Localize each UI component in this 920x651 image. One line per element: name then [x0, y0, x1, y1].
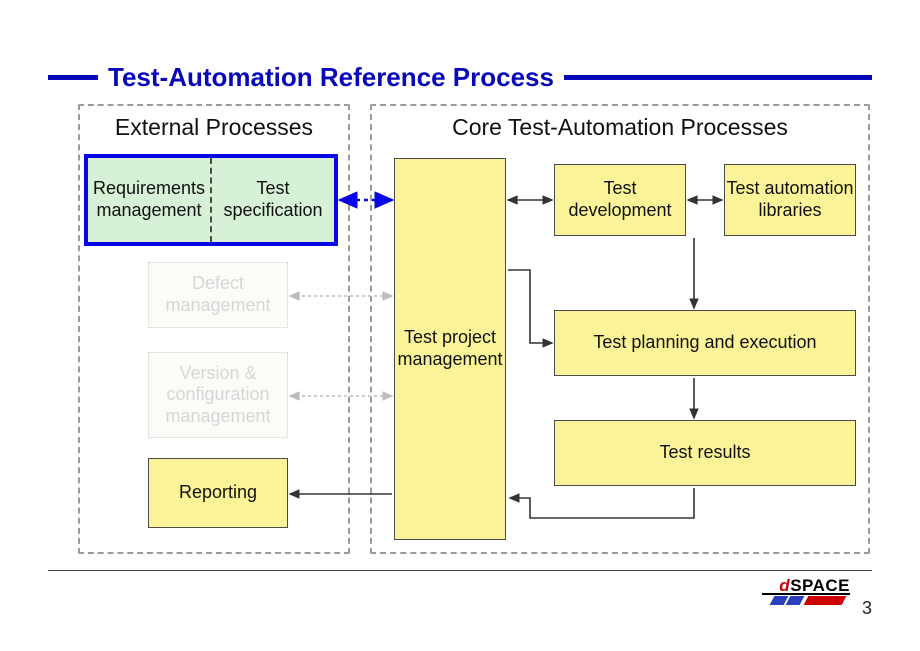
box-requirements-management: Requirements management — [88, 158, 210, 242]
dspace-logo: dSPACE — [754, 576, 850, 606]
group-core-title: Core Test-Automation Processes — [372, 114, 868, 141]
highlight-pair: Requirements management Test specificati… — [84, 154, 338, 246]
box-defect-management: Defect management — [148, 262, 288, 328]
box-test-project-management: Test project management — [394, 158, 506, 540]
group-external-title: External Processes — [80, 114, 348, 141]
slide: Test-Automation Reference Process Extern… — [0, 0, 920, 651]
box-test-development: Test development — [554, 164, 686, 236]
box-test-specification: Test specification — [212, 158, 334, 242]
logo-stripe-blue-2 — [786, 596, 805, 605]
title-row: Test-Automation Reference Process — [48, 62, 872, 93]
title-rule-right — [564, 75, 872, 80]
box-reporting: Reporting — [148, 458, 288, 528]
logo-underline — [762, 593, 850, 595]
box-test-automation-libraries: Test automation libraries — [724, 164, 856, 236]
logo-stripe-red — [804, 596, 847, 605]
slide-title: Test-Automation Reference Process — [108, 62, 554, 93]
page-number: 3 — [862, 598, 872, 619]
box-test-results: Test results — [554, 420, 856, 486]
box-test-planning-execution: Test planning and execution — [554, 310, 856, 376]
title-rule-left — [48, 75, 98, 80]
footer-rule — [48, 570, 872, 571]
box-version-config-management: Version & configuration management — [148, 352, 288, 438]
